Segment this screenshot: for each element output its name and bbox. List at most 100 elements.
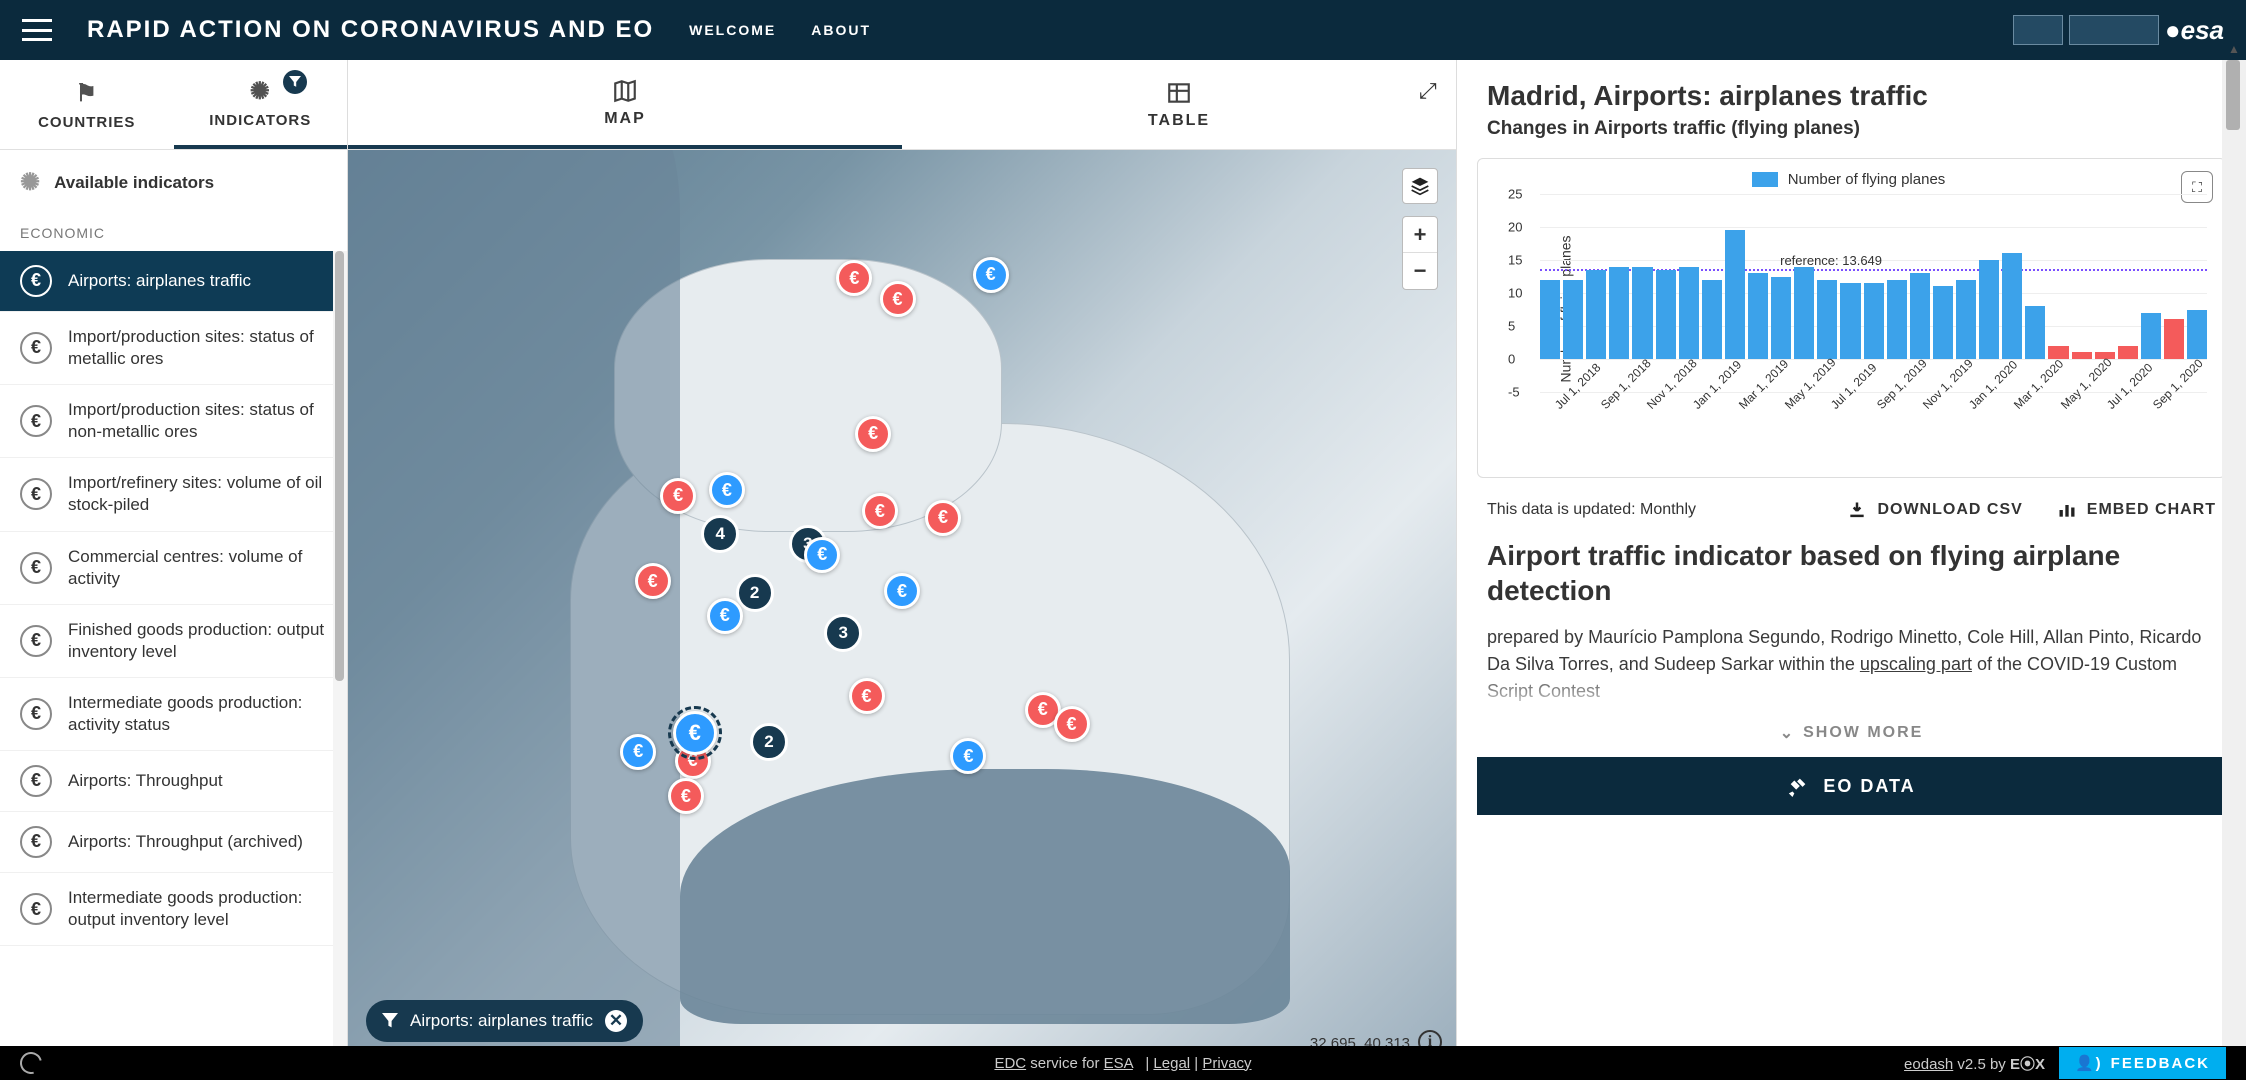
indicator-item[interactable]: €Import/production sites: status of non-… (0, 385, 347, 458)
map-marker-selected[interactable]: € (673, 711, 717, 755)
chart-bar (1702, 280, 1722, 359)
footer-legal-link[interactable]: Legal (1153, 1055, 1190, 1072)
indicator-item[interactable]: €Airports: airplanes traffic (0, 251, 347, 312)
chart-bar (1725, 230, 1745, 359)
map-cluster[interactable]: 2 (750, 723, 788, 761)
nav-about[interactable]: ABOUT (811, 22, 871, 38)
map-marker[interactable]: € (950, 738, 986, 774)
map-cluster[interactable]: 2 (736, 574, 774, 612)
footer-edc-link[interactable]: EDC (994, 1055, 1026, 1072)
map-marker[interactable]: € (707, 598, 743, 634)
menu-icon[interactable] (22, 19, 52, 41)
chart-bar (1679, 267, 1699, 359)
expand-panel-icon[interactable]: ⤢ (1419, 78, 1437, 104)
indicator-label: Import/production sites: status of metal… (68, 326, 327, 370)
sidebar-scrollbar-thumb[interactable] (335, 251, 344, 681)
chart-bar (1656, 270, 1676, 359)
map-marker[interactable]: € (862, 493, 898, 529)
map-marker[interactable]: € (635, 563, 671, 599)
euro-icon: € (20, 332, 52, 364)
embed-chart-button[interactable]: EMBED CHART (2057, 500, 2216, 520)
tab-countries-label: COUNTRIES (38, 114, 135, 131)
euro-icon: € (20, 405, 52, 437)
page-scrollbar-thumb[interactable] (2226, 60, 2240, 130)
footer-bar: EDC service for ESA | Legal | Privacy eo… (0, 1046, 2246, 1080)
chart-bar (1864, 283, 1884, 359)
indicator-item[interactable]: €Airports: Throughput (archived) (0, 812, 347, 873)
chart-bar (1887, 280, 1907, 359)
indicator-label: Finished goods production: output invent… (68, 619, 327, 663)
map-marker[interactable]: € (880, 281, 916, 317)
detail-subtitle: Changes in Airports traffic (flying plan… (1487, 118, 2216, 140)
euro-icon: € (20, 625, 52, 657)
indicator-item[interactable]: €Intermediate goods production: activity… (0, 678, 347, 751)
map-marker[interactable]: € (925, 500, 961, 536)
chart-bar (2187, 310, 2207, 360)
footer-privacy-link[interactable]: Privacy (1202, 1055, 1251, 1072)
download-csv-button[interactable]: DOWNLOAD CSV (1847, 500, 2022, 520)
indicator-label: Airports: Throughput (archived) (68, 831, 303, 853)
indicator-item[interactable]: €Intermediate goods production: output i… (0, 873, 347, 946)
y-tick: 15 (1508, 253, 1522, 268)
chart-bar (1586, 270, 1606, 359)
zoom-out-button[interactable]: − (1402, 253, 1438, 289)
map-marker[interactable]: € (804, 537, 840, 573)
feedback-button[interactable]: 👤)FEEDBACK (2059, 1047, 2226, 1079)
filter-chip-close[interactable]: ✕ (605, 1010, 627, 1032)
chart-bar (1540, 280, 1560, 359)
indicator-item[interactable]: €Commercial centres: volume of activity (0, 532, 347, 605)
indicator-item[interactable]: €Airports: Throughput (0, 751, 347, 812)
map-canvas[interactable]: + − 32.695, 40.313 i Airports: airplanes… (348, 150, 1456, 1060)
legend-swatch (1752, 172, 1778, 187)
map-marker[interactable]: € (660, 478, 696, 514)
map-marker[interactable]: € (973, 257, 1009, 293)
partner-logos: ●esa (2013, 15, 2224, 46)
scroll-up-icon[interactable]: ▲ (2222, 38, 2246, 60)
euro-icon: € (20, 265, 52, 297)
chart-bar (1632, 267, 1652, 359)
page-scrollbar[interactable]: ▲ (2222, 60, 2246, 1060)
dark-mode-toggle[interactable] (16, 1048, 46, 1078)
bulb-icon: ✺ (250, 77, 271, 106)
tab-countries[interactable]: ⚑ COUNTRIES (0, 60, 174, 149)
map-cluster[interactable]: 4 (701, 515, 739, 553)
center-panel: MAP TABLE + − 32.695, 40.313 i (348, 60, 1456, 1060)
map-marker[interactable]: € (855, 416, 891, 452)
map-marker[interactable]: € (849, 678, 885, 714)
tab-map[interactable]: MAP (348, 60, 902, 149)
feedback-icon: 👤) (2075, 1055, 2103, 1072)
chart-bar (1910, 273, 1930, 359)
sidebar-scrollbar[interactable] (333, 251, 347, 1060)
map-marker[interactable]: € (620, 734, 656, 770)
map-marker[interactable]: € (668, 778, 704, 814)
map-cluster[interactable]: 3 (824, 614, 862, 652)
layers-button[interactable] (1402, 168, 1438, 204)
footer-eodash-link[interactable]: eodash (1904, 1056, 1953, 1073)
y-tick: 10 (1508, 286, 1522, 301)
filter-chip: Airports: airplanes traffic ✕ (366, 1000, 643, 1042)
indicator-item[interactable]: € Import/production sites: status of meta… (0, 312, 347, 385)
chart-bar (1817, 280, 1837, 359)
chart-bar (2048, 346, 2068, 359)
tab-indicators[interactable]: ✺ INDICATORS (174, 60, 348, 149)
indicator-item[interactable]: € Finished goods production: output inven… (0, 605, 347, 678)
map-marker[interactable]: € (884, 573, 920, 609)
tab-table[interactable]: TABLE (902, 60, 1456, 149)
map-marker[interactable]: € (836, 260, 872, 296)
filter-badge-icon[interactable] (283, 70, 307, 94)
chart-bar (1771, 277, 1791, 360)
tab-indicators-label: INDICATORS (209, 112, 311, 129)
indicator-item[interactable]: €Import/refinery sites: volume of oil st… (0, 458, 347, 531)
chart-bar (2118, 346, 2138, 359)
nav-welcome[interactable]: WELCOME (689, 22, 776, 38)
bar-chart: Number of flying planes -50510152025refe… (1540, 194, 2207, 424)
eo-data-button[interactable]: EO DATA (1477, 757, 2226, 815)
chart-bar (1748, 273, 1768, 359)
zoom-in-button[interactable]: + (1402, 217, 1438, 253)
bulb-outline-icon: ✺ (20, 168, 40, 197)
map-marker[interactable]: € (709, 472, 745, 508)
show-more-button[interactable]: ⌄ SHOW MORE (1457, 717, 2246, 757)
chart-bar (2164, 319, 2184, 359)
footer-esa-link[interactable]: ESA (1104, 1055, 1133, 1072)
map-marker[interactable]: € (1054, 706, 1090, 742)
